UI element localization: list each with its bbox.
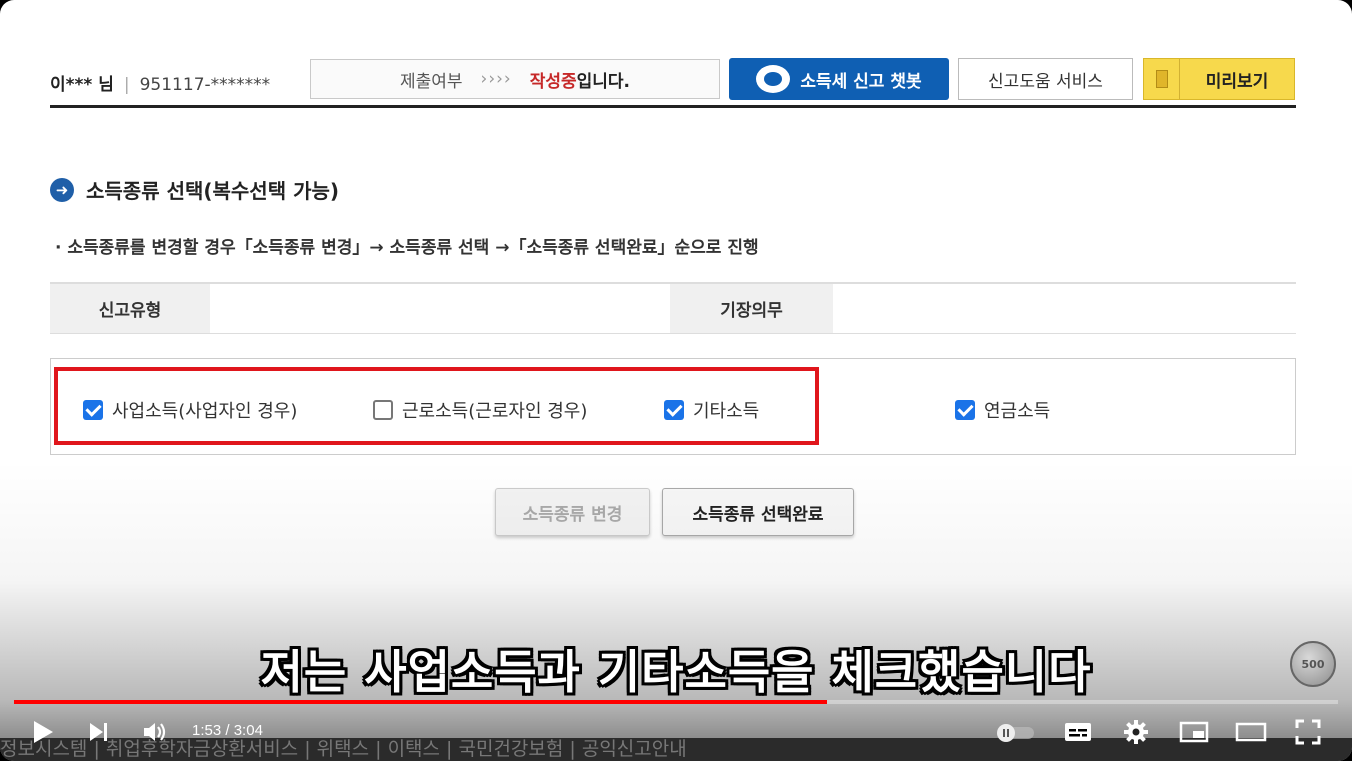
divider: |	[123, 75, 130, 95]
preview-label: 미리보기	[1205, 71, 1269, 92]
user-id: 951117-*******	[139, 75, 271, 95]
video-subtitle: 저는 사업소득과 기타소득을 체크했습니다	[260, 645, 1092, 699]
submission-status: 제출여부 ›››› 작성중 입니다.	[310, 59, 720, 99]
income-checkbox-other[interactable]: 기타소득	[664, 397, 759, 423]
report-type-value	[210, 284, 670, 333]
chatbot-icon	[756, 65, 791, 93]
header-bar: 이*** 님 | 951117-******* 제출여부 ›››› 작성중 입니다. …	[50, 56, 1296, 108]
complete-selection-button[interactable]: 소득종류 선택완료	[662, 488, 854, 536]
income-checkbox-business[interactable]: 사업소득(사업자인 경우)	[83, 397, 297, 423]
chatbot-button[interactable]: 소득세 신고 챗봇	[729, 58, 949, 100]
section-note: · 소득종류를 변경할 경우「소득종류 변경」→ 소득종류 선택 →「소득종류 …	[55, 238, 759, 258]
report-type-header: 신고유형	[50, 284, 210, 333]
fullscreen-icon[interactable]	[1292, 718, 1324, 746]
checkbox-icon[interactable]	[955, 400, 975, 420]
play-button[interactable]	[28, 718, 58, 746]
current-time: 1:53	[192, 722, 222, 739]
income-checkbox-labor[interactable]: 근로소득(근로자인 경우)	[373, 397, 587, 423]
time-separator: /	[221, 722, 234, 739]
autoplay-toggle[interactable]	[994, 720, 1038, 744]
bookkeeping-header: 기장의무	[670, 284, 833, 333]
status-arrows: ››››	[480, 69, 512, 89]
checkbox-label: 사업소득(사업자인 경우)	[112, 401, 298, 422]
video-frame: 이*** 님 | 951117-******* 제출여부 ›››› 작성중 입니다. …	[0, 0, 1352, 761]
document-icon	[1144, 59, 1180, 99]
change-income-type-button[interactable]: 소득종류 변경	[495, 488, 650, 536]
coin-icon: 500	[1290, 641, 1336, 687]
checkbox-label: 연금소득	[984, 401, 1051, 422]
user-name: 이*** 님	[50, 75, 114, 95]
bookkeeping-value	[833, 284, 1296, 333]
subtitles-icon[interactable]	[1062, 718, 1094, 746]
duration: 3:04	[233, 722, 263, 739]
section-title-text: 소득종류 선택(복수선택 가능)	[86, 179, 340, 203]
miniplayer-icon[interactable]	[1178, 718, 1210, 746]
status-label: 제출여부	[399, 71, 463, 92]
chatbot-label: 소득세 신고 챗봇	[800, 71, 922, 92]
income-checkbox-pension[interactable]: 연금소득	[955, 397, 1050, 423]
info-table: 신고유형 기장의무	[50, 282, 1296, 334]
progress-played	[14, 700, 827, 704]
status-suffix: 입니다.	[576, 71, 631, 92]
user-info: 이*** 님 | 951117-*******	[50, 70, 270, 95]
volume-button[interactable]	[140, 718, 170, 746]
checkbox-icon[interactable]	[664, 400, 684, 420]
checkbox-icon[interactable]	[373, 400, 393, 420]
checkbox-label: 근로소득(근로자인 경우)	[402, 401, 588, 422]
help-service-button[interactable]: 신고도움 서비스	[958, 58, 1133, 100]
theater-mode-icon[interactable]	[1234, 718, 1268, 746]
settings-gear-icon[interactable]	[1120, 718, 1152, 746]
section-title: ➜ 소득종류 선택(복수선택 가능)	[50, 175, 339, 204]
player-controls: 1:53 / 3:04	[0, 708, 1352, 754]
checkbox-label: 기타소득	[693, 401, 760, 422]
next-button[interactable]	[84, 718, 114, 746]
status-value: 작성중	[529, 71, 577, 92]
progress-bar[interactable]	[14, 700, 1338, 704]
preview-button[interactable]: 미리보기	[1143, 58, 1295, 100]
checkbox-icon[interactable]	[83, 400, 103, 420]
time-display: 1:53 / 3:04	[192, 722, 263, 739]
arrow-circle-icon: ➜	[50, 177, 74, 202]
